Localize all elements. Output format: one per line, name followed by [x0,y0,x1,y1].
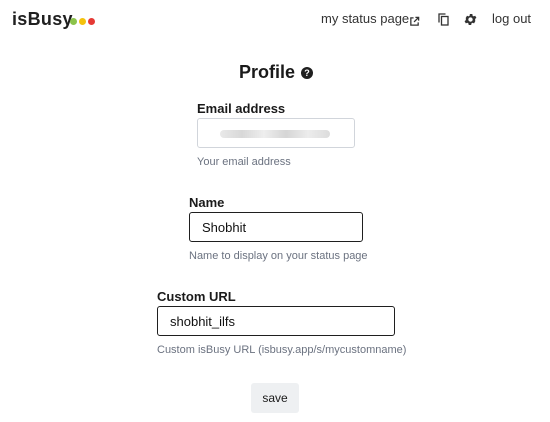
name-value: Shobhit [202,219,247,235]
logout-link[interactable]: log out [492,11,531,26]
name-label: Name [189,195,225,210]
name-field[interactable]: Shobhit [189,212,363,242]
top-bar: isBusy my status page log out [0,0,550,40]
copy-icon[interactable] [438,13,449,31]
custom-url-label: Custom URL [157,289,236,304]
gear-icon[interactable] [463,12,478,32]
custom-url-value: shobhit_ilfs [170,313,236,329]
redacted-email [220,130,330,138]
page-title: Profile [239,62,296,82]
red-dot [88,18,95,25]
my-status-page-link[interactable]: my status page [321,11,409,26]
custom-url-field[interactable]: shobhit_ilfs [157,306,395,336]
green-dot [70,18,77,25]
yellow-dot [79,18,86,25]
email-field [197,118,355,148]
name-hint: Name to display on your status page [189,250,368,262]
save-button[interactable]: save [251,383,299,413]
logo-status-dots [70,18,95,25]
app-logo[interactable]: isBusy [12,9,73,30]
external-link-icon[interactable] [409,14,420,32]
question-mark-icon[interactable]: ? [301,66,314,79]
profile-heading: Profile ? [239,62,314,83]
email-hint: Your email address [197,156,291,168]
custom-url-hint: Custom isBusy URL (isbusy.app/s/mycustom… [157,344,407,356]
email-label: Email address [197,101,286,116]
